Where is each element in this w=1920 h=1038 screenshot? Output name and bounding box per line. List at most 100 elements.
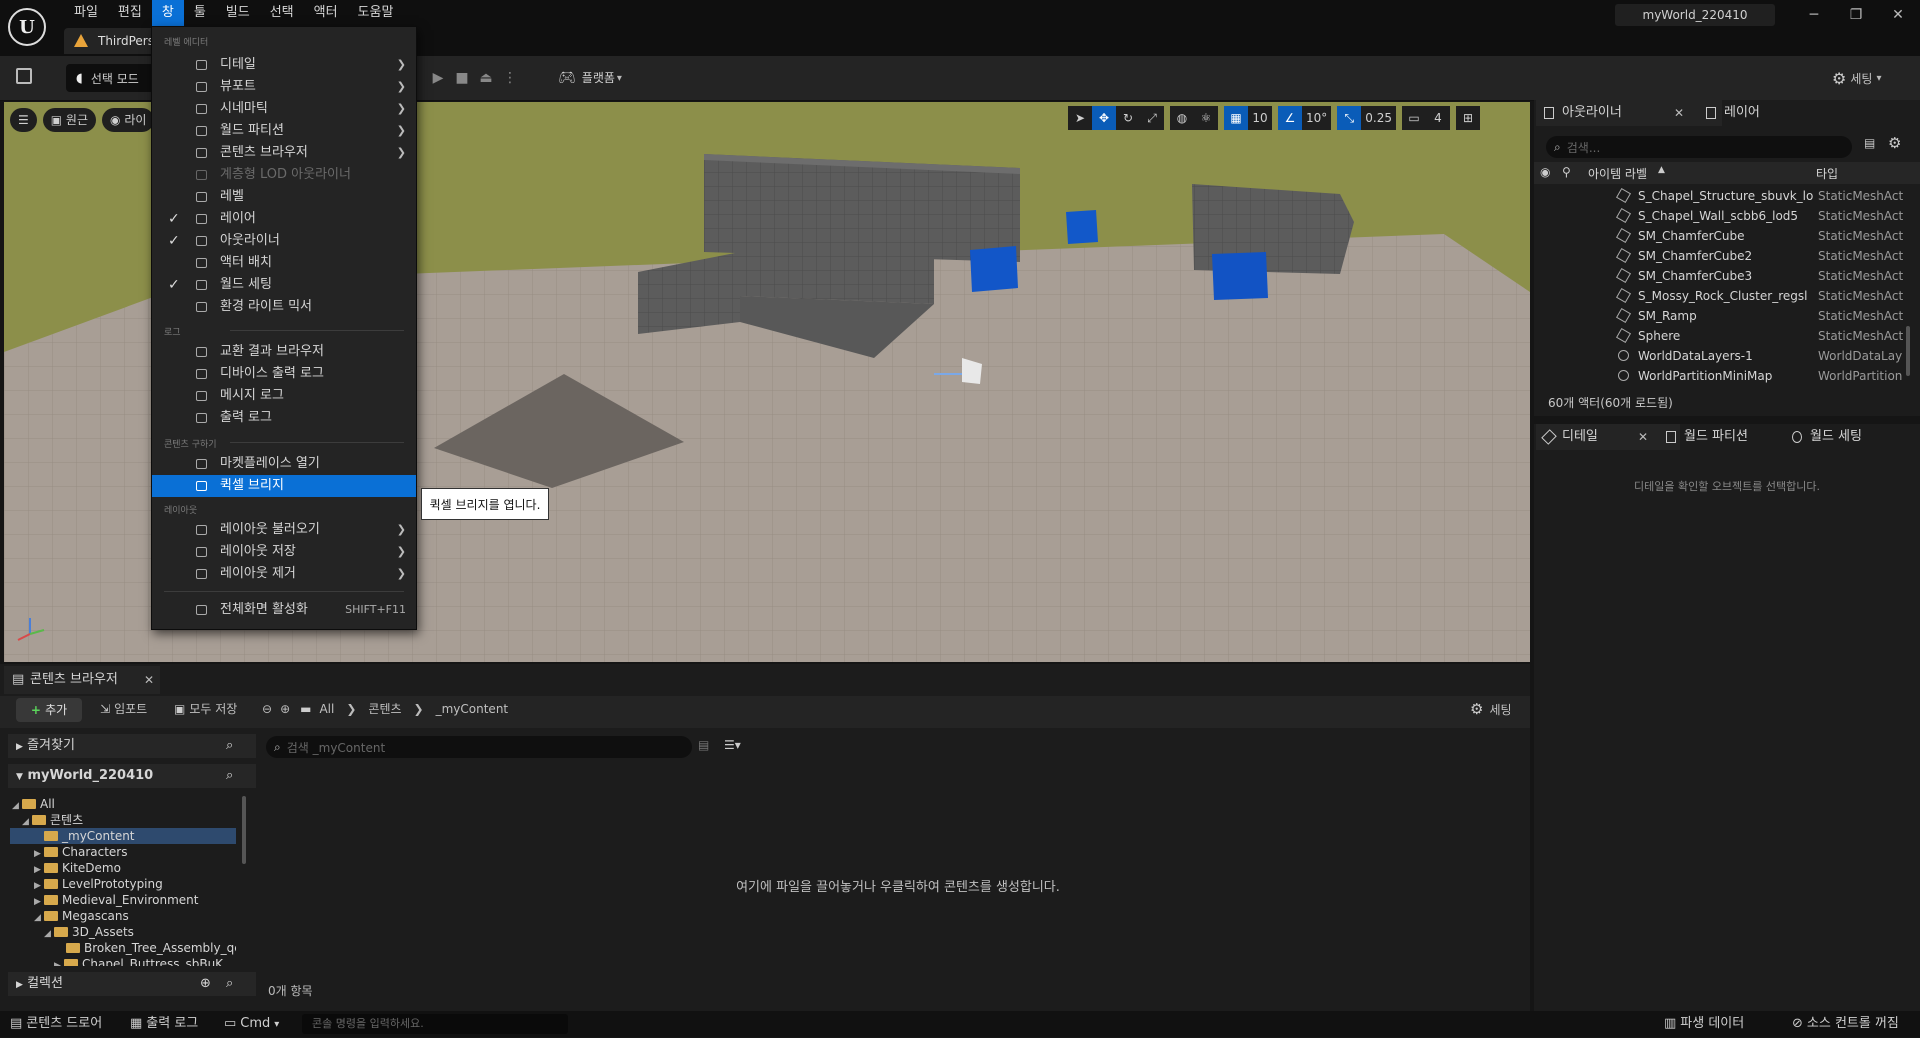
viewport-layout-icon[interactable]: ⊞ <box>1456 106 1480 130</box>
tree-item[interactable]: ◢ All <box>12 796 55 812</box>
search-icon[interactable]: ⌕ <box>226 764 233 788</box>
table-row[interactable]: WorldDataLayers-1 WorldDataLay <box>1534 346 1920 366</box>
menu-item-content-browser[interactable]: 콘텐츠 브라우저 ❯ <box>152 142 416 164</box>
menu-item-place-actors[interactable]: 액터 배치 <box>152 252 416 274</box>
eye-icon[interactable]: ◉ <box>1540 165 1550 179</box>
platform-button[interactable]: 🎮︎ 플랫폼 ▾ <box>558 64 622 92</box>
table-row[interactable]: S_Chapel_Structure_sbuvk_lo StaticMeshAct <box>1534 186 1920 206</box>
menu-help[interactable]: 도움말 <box>348 0 404 26</box>
cmd-dropdown[interactable]: ▭ Cmd ▾ <box>224 1011 279 1037</box>
breadcrumb-all[interactable]: All <box>319 702 334 716</box>
perspective-button[interactable]: ▣ 원근 <box>42 108 97 132</box>
tab-content-browser[interactable]: ▤ 콘텐츠 브라우저 ✕ <box>4 666 160 694</box>
column-item-label[interactable]: 아이템 라벨 <box>1588 165 1647 182</box>
settings-button[interactable]: ⚙ 세팅 ▾ <box>1832 64 1881 92</box>
back-icon[interactable]: ⊖ <box>262 702 272 716</box>
menu-item-device-output-log[interactable]: 디바이스 출력 로그 <box>152 363 416 385</box>
lit-mode-button[interactable]: ◉ 라이 <box>102 108 155 132</box>
search-icon[interactable]: ⌕ <box>226 972 233 996</box>
project-header[interactable]: ▼ myWorld_220410 ⌕ <box>8 764 256 788</box>
table-row[interactable]: SM_ChamferCube3 StaticMeshAct <box>1534 266 1920 286</box>
menu-actor[interactable]: 액터 <box>304 0 348 26</box>
close-icon[interactable]: ✕ <box>144 666 154 694</box>
menu-item-levels[interactable]: 레벨 <box>152 186 416 208</box>
menu-item-interchange-browser[interactable]: 교환 결과 브라우저 <box>152 341 416 363</box>
grid-snap-value[interactable]: 10 <box>1248 106 1272 130</box>
unreal-logo-icon[interactable]: U <box>8 8 46 46</box>
tab-outliner[interactable]: 아웃라이너 ✕ <box>1536 100 1722 126</box>
menu-item-layers[interactable]: ✓ 레이어 <box>152 208 416 230</box>
table-row[interactable]: WorldPartitionMiniMap WorldPartition <box>1534 366 1920 386</box>
scale-tool-icon[interactable]: ⤢ <box>1140 106 1164 130</box>
menu-tools[interactable]: 툴 <box>184 0 216 26</box>
menu-item-world-partition[interactable]: 월드 파티션 ❯ <box>152 120 416 142</box>
menu-edit[interactable]: 편집 <box>108 0 152 26</box>
table-row[interactable]: S_Chapel_Wall_scbb6_lod5 StaticMeshAct <box>1534 206 1920 226</box>
table-row[interactable]: SM_ChamferCube StaticMeshAct <box>1534 226 1920 246</box>
cb-settings-button[interactable]: ⚙ 세팅 <box>1470 700 1512 718</box>
level-tab[interactable]: ThirdPers <box>64 28 164 54</box>
menu-item-fullscreen[interactable]: 전체화면 활성화 SHIFT+F11 <box>152 599 416 621</box>
rotation-snap-icon[interactable]: ∠ <box>1278 106 1302 130</box>
filter-icon[interactable]: ☰▾ <box>724 738 741 752</box>
rotate-tool-icon[interactable]: ↻ <box>1116 106 1140 130</box>
menu-item-remove-layout[interactable]: 레이아웃 제거 ❯ <box>152 563 416 585</box>
rotation-snap-value[interactable]: 10° <box>1302 106 1332 130</box>
favorites-header[interactable]: ▶ 즐겨찾기 ⌕ <box>8 734 256 758</box>
content-drawer-button[interactable]: ▤ 콘텐츠 드로어 <box>10 1011 102 1037</box>
camera-speed-icon[interactable]: ▭ <box>1402 106 1426 130</box>
close-window-button[interactable]: ✕ <box>1880 4 1916 26</box>
select-tool-icon[interactable]: ➤ <box>1068 106 1092 130</box>
tree-item[interactable]: ◢ Megascans <box>34 908 129 924</box>
tree-item[interactable]: ▶ Medieval_Environment <box>34 892 198 908</box>
forward-icon[interactable]: ⊕ <box>280 702 290 716</box>
tree-item[interactable]: ▶ Characters <box>34 844 128 860</box>
maximize-button[interactable]: ❐ <box>1838 4 1874 26</box>
menu-item-message-log[interactable]: 메시지 로그 <box>152 385 416 407</box>
menu-item-details[interactable]: 디테일 ❯ <box>152 54 416 76</box>
menu-file[interactable]: 파일 <box>64 0 108 26</box>
tree-item[interactable]: ▶ Chapel_Buttress_sbBuK <box>54 956 236 966</box>
pin-icon[interactable]: ⚲ <box>1562 165 1571 179</box>
scale-snap-icon[interactable]: ⤡ <box>1337 106 1362 130</box>
menu-window[interactable]: 창 <box>151 0 184 26</box>
translate-tool-icon[interactable]: ✥ <box>1092 106 1116 130</box>
camera-speed-value[interactable]: 4 <box>1426 106 1450 130</box>
outliner-search-input[interactable]: ⌕ 검색... <box>1546 136 1852 158</box>
close-icon[interactable]: ✕ <box>1674 100 1684 126</box>
import-button[interactable]: ⇲ 임포트 <box>100 700 147 717</box>
gear-icon[interactable]: ⚙ <box>1888 134 1901 152</box>
outliner-scrollbar[interactable] <box>1906 326 1910 376</box>
save-all-button[interactable]: ▣ 모두 저장 <box>174 700 237 717</box>
collections-header[interactable]: ▶ 컬렉션 ⊕ ⌕ <box>8 972 256 996</box>
tree-scrollbar[interactable] <box>242 796 246 864</box>
eject-icon[interactable]: ⏏ <box>474 66 498 90</box>
step-icon[interactable]: ▶ <box>426 66 450 90</box>
tree-item-selected[interactable]: _myContent <box>10 828 236 844</box>
add-collection-icon[interactable]: ⊕ <box>200 972 211 996</box>
search-icon[interactable]: ⌕ <box>226 734 233 758</box>
table-row[interactable]: SM_Ramp StaticMeshAct <box>1534 306 1920 326</box>
grid-snap-icon[interactable]: ▦ <box>1224 106 1248 130</box>
derived-data-button[interactable]: ▥ 파생 데이터 <box>1664 1011 1744 1037</box>
content-search-input[interactable]: ⌕ 검색 _myContent <box>266 736 692 758</box>
add-button[interactable]: + 추가 <box>16 698 82 722</box>
table-row[interactable]: Sphere StaticMeshAct <box>1534 326 1920 346</box>
table-row[interactable]: S_Mossy_Rock_Cluster_regsl StaticMeshAct <box>1534 286 1920 306</box>
menu-item-output-log[interactable]: 출력 로그 <box>152 407 416 429</box>
menu-item-load-layout[interactable]: 레이아웃 불러오기 ❯ <box>152 519 416 541</box>
save-icon[interactable] <box>16 68 32 84</box>
table-row[interactable]: SM_ChamferCube2 StaticMeshAct <box>1534 246 1920 266</box>
source-control-button[interactable]: ⊘ 소스 컨트롤 꺼짐 <box>1792 1011 1899 1037</box>
tab-world-settings[interactable]: 월드 세팅 <box>1784 424 1920 450</box>
output-log-button[interactable]: ▦ 출력 로그 <box>130 1011 198 1037</box>
menu-item-outliner[interactable]: ✓ 아웃라이너 <box>152 230 416 252</box>
add-folder-icon[interactable]: ▤ <box>1864 136 1875 150</box>
surface-snap-icon[interactable]: ⚛ <box>1194 106 1218 130</box>
scale-snap-value[interactable]: 0.25 <box>1361 106 1396 130</box>
menu-item-env-light-mixer[interactable]: 환경 라이트 믹서 <box>152 296 416 318</box>
column-type[interactable]: 타입 <box>1816 165 1838 182</box>
menu-item-save-layout[interactable]: 레이아웃 저장 ❯ <box>152 541 416 563</box>
more-options-icon[interactable]: ⋮ <box>498 66 522 90</box>
menu-item-marketplace[interactable]: 마켓플레이스 열기 <box>152 453 416 475</box>
